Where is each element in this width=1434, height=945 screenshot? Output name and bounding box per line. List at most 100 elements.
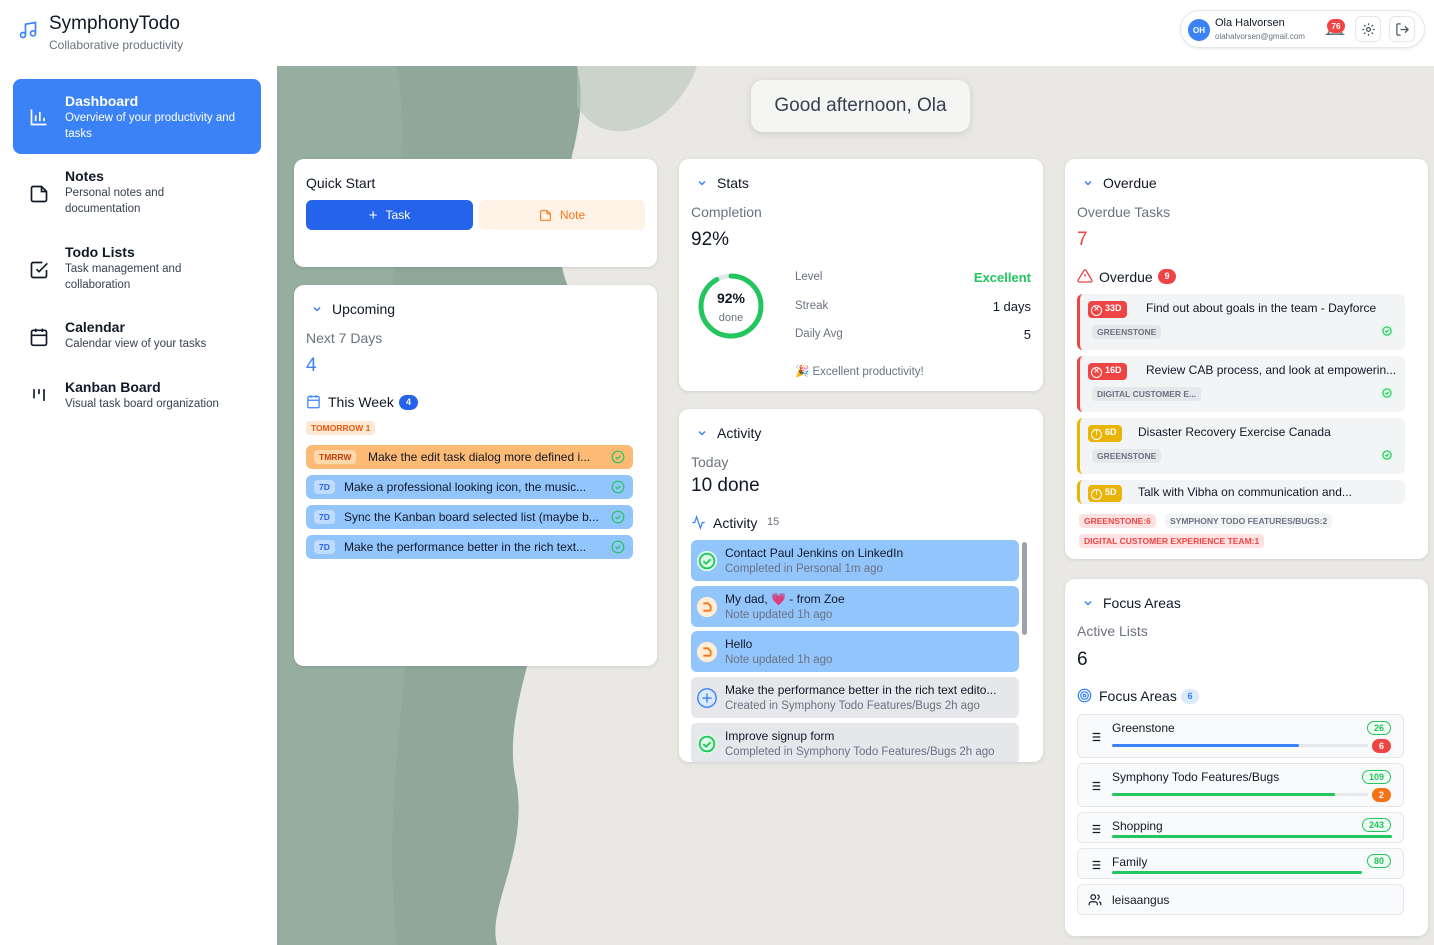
check-circle-icon[interactable]	[611, 540, 625, 554]
check-circle-icon[interactable]	[611, 480, 625, 494]
focus-label: Active Lists	[1077, 623, 1148, 639]
overdue-days-tag: ! 5D	[1088, 485, 1122, 502]
sidebar-item-sub: Overview of your productivity and tasks	[65, 112, 236, 140]
focus-area-item[interactable]: Shopping 243	[1077, 812, 1404, 843]
chevron-down-icon[interactable]	[697, 428, 707, 438]
overdue-days-tag: ✕ 16D	[1088, 363, 1127, 380]
calendar-icon	[30, 328, 48, 347]
overdue-task-row[interactable]: ✕ 33D Find out about goals in the team - …	[1077, 294, 1405, 350]
sidebar-item-title: Notes	[65, 168, 104, 184]
sidebar-item-dashboard[interactable]: Dashboard Overview of your productivity …	[13, 79, 261, 154]
list-tag: GREENSTONE	[1092, 325, 1162, 339]
this-week-count: 4	[399, 395, 418, 410]
check-circle-icon[interactable]	[1380, 448, 1394, 462]
overdue-days: 33D	[1105, 303, 1122, 313]
streak-value: 1 days	[992, 299, 1031, 314]
level-label: Level	[795, 271, 823, 283]
activity-item[interactable]: Make the performance better in the rich …	[691, 677, 1019, 718]
avg-value: 5	[1023, 327, 1031, 342]
gear-icon	[1361, 22, 1375, 36]
logout-button[interactable]	[1389, 16, 1415, 42]
warning-icon	[1077, 269, 1093, 283]
list-tag: GREENSTONE	[1092, 449, 1162, 463]
sidebar-item-notes[interactable]: Notes Personal notes and documentation	[13, 168, 261, 228]
new-note-button[interactable]: Note	[479, 200, 645, 230]
activity-card: Activity Today 10 done Activity 15 Conta…	[679, 409, 1043, 762]
focus-area-item[interactable]: leisaangus	[1077, 884, 1404, 915]
activity-item-title: Improve signup form	[725, 729, 835, 743]
sidebar-item-calendar[interactable]: Calendar Calendar view of your tasks	[13, 319, 261, 364]
activity-pulse-icon	[692, 515, 705, 530]
chevron-down-icon[interactable]	[1083, 178, 1093, 188]
check-circle-icon[interactable]	[1380, 324, 1394, 338]
upcoming-task-row[interactable]: 7D Sync the Kanban board selected list (…	[306, 505, 633, 529]
sidebar-item-title: Dashboard	[65, 93, 139, 109]
activity-item-sub: Completed in Personal 1m ago	[725, 563, 883, 575]
focus-area-item[interactable]: Symphony Todo Features/Bugs 109 2	[1077, 763, 1404, 807]
overdue-days: 16D	[1105, 365, 1122, 375]
level-value: Excellent	[973, 270, 1031, 285]
activity-item[interactable]: Improve signup form Completed in Symphon…	[691, 723, 1019, 762]
streak-label: Streak	[795, 300, 829, 312]
chevron-down-icon[interactable]	[697, 178, 707, 188]
sidebar: Dashboard Overview of your productivity …	[0, 66, 277, 945]
edit-note-icon	[696, 641, 718, 663]
edit-note-icon	[696, 596, 718, 618]
overdue-task-row[interactable]: ! 6D Disaster Recovery Exercise Canada GR…	[1077, 418, 1405, 474]
new-task-button[interactable]: + Task	[306, 200, 473, 230]
activity-item-title: Contact Paul Jenkins on LinkedIn	[725, 546, 904, 560]
kanban-icon	[33, 389, 45, 401]
activity-list-count: 15	[767, 516, 780, 528]
focus-area-item[interactable]: Greenstone 26 6	[1077, 714, 1404, 758]
stats-title: Stats	[717, 175, 749, 191]
activity-label: Today	[691, 454, 729, 470]
calendar-icon	[307, 395, 320, 409]
overdue-card: Overdue Overdue Tasks 7 Overdue 9 ✕ 33D F…	[1065, 159, 1428, 559]
activity-item[interactable]: Hello Note updated 1h ago	[691, 631, 1019, 672]
user-name: Ola Halvorsen	[1215, 17, 1285, 29]
list-icon	[1089, 732, 1101, 742]
focus-list-label: Focus Areas	[1099, 688, 1177, 704]
stats-footer: 🎉 Excellent productivity!	[795, 366, 924, 378]
focus-area-name: Symphony Todo Features/Bugs	[1112, 770, 1280, 784]
activity-scrollbar[interactable]	[1022, 542, 1027, 635]
settings-button[interactable]	[1355, 16, 1381, 42]
overdue-task-row[interactable]: ! 5D Talk with Vibha on communication and…	[1077, 480, 1405, 504]
sidebar-item-title: Calendar	[65, 319, 125, 335]
activity-item[interactable]: Contact Paul Jenkins on LinkedIn Complet…	[691, 540, 1019, 581]
sidebar-item-sub: Visual task board organization	[65, 398, 219, 410]
sidebar-item-title: Kanban Board	[65, 379, 161, 395]
sidebar-item-sub: Personal notes and documentation	[65, 187, 165, 215]
upcoming-task-row[interactable]: 7D Make a professional looking icon, the…	[306, 475, 633, 499]
user-email: olahalvorsen@gmail.com	[1215, 32, 1305, 41]
avatar[interactable]: OH	[1188, 19, 1210, 41]
overdue-days: 6D	[1105, 427, 1117, 437]
list-icon	[1089, 824, 1101, 834]
check-circle-icon[interactable]	[1380, 386, 1394, 400]
list-icon	[1089, 781, 1101, 791]
task-text: Make a professional looking icon, the mu…	[344, 480, 587, 494]
focus-area-item[interactable]: Family 80	[1077, 848, 1404, 879]
focus-title: Focus Areas	[1103, 595, 1181, 611]
overdue-task-row[interactable]: ✕ 16D Review CAB process, and look at emp…	[1077, 356, 1405, 412]
users-icon	[1088, 894, 1102, 906]
activity-item-title: Make the performance better in the rich …	[725, 683, 997, 697]
activity-item[interactable]: My dad, 💗 - from Zoe Note updated 1h ago	[691, 586, 1019, 627]
alert-circle-icon: !	[1091, 489, 1102, 500]
activity-item-title: My dad, 💗 - from Zoe	[725, 592, 845, 606]
overdue-days: 5D	[1105, 487, 1117, 497]
upcoming-task-row[interactable]: TMRRW Make the edit task dialog more def…	[306, 445, 633, 469]
check-circle-icon[interactable]	[611, 510, 625, 524]
overdue-task-text: Review CAB process, and look at empoweri…	[1146, 363, 1397, 377]
sidebar-item-todo-lists[interactable]: Todo Lists Task management and collabora…	[13, 244, 261, 304]
upcoming-count: 4	[306, 355, 317, 376]
chevron-down-icon[interactable]	[1083, 598, 1093, 608]
check-circle-icon[interactable]	[611, 450, 625, 464]
note-icon	[30, 185, 48, 203]
quick-start-card: Quick Start + Task Note	[294, 159, 657, 267]
chevron-down-icon[interactable]	[312, 304, 322, 314]
overdue-task-text: Disaster Recovery Exercise Canada	[1138, 425, 1331, 439]
avg-label: Daily Avg	[795, 328, 843, 340]
sidebar-item-kanban[interactable]: Kanban Board Visual task board organizat…	[13, 379, 261, 424]
upcoming-task-row[interactable]: 7D Make the performance better in the ri…	[306, 535, 633, 559]
